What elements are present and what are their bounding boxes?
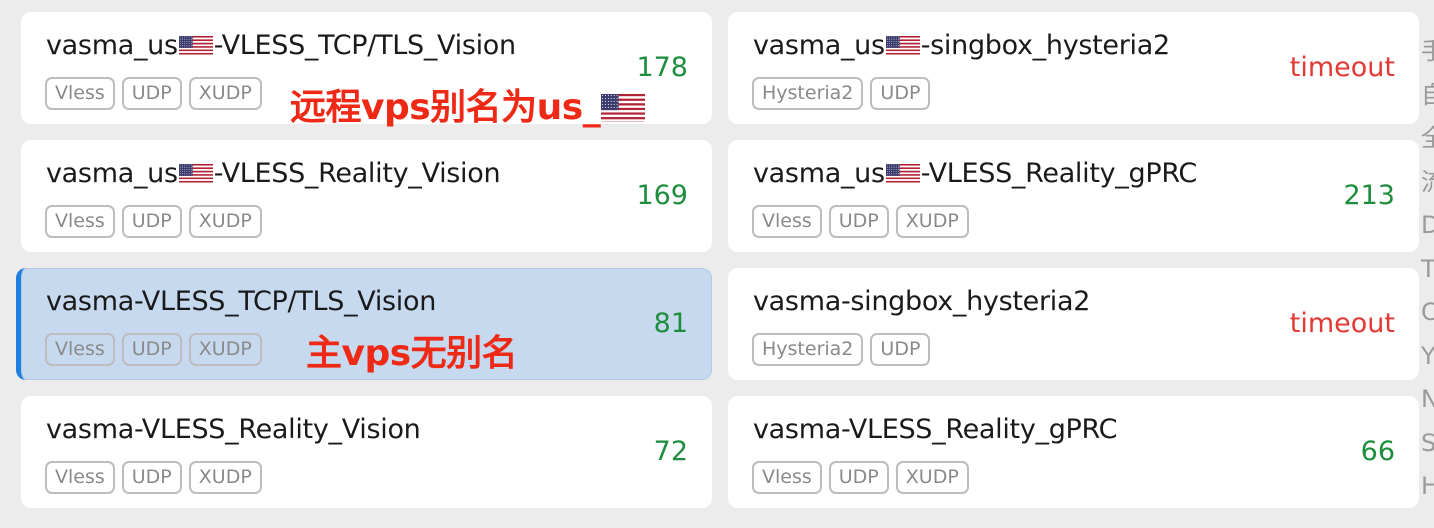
tag-badge: UDP [870,333,931,366]
proxy-tags: Hysteria2 UDP [752,77,931,110]
proxy-tags: Vless UDP XUDP [752,205,969,238]
delay-value[interactable]: timeout [1290,52,1395,83]
delay-value[interactable]: 81 [654,308,688,339]
tag-badge: UDP [828,205,889,238]
proxy-name: vasma_us -VLESS_TCP/TLS_Vision [46,30,516,61]
delay-value[interactable]: 66 [1361,436,1395,467]
proxy-tags: Vless UDP XUDP [45,77,262,110]
proxy-tags: Vless UDP XUDP [45,461,262,494]
tag-badge: Hysteria2 [752,333,864,366]
annotation-main-no-alias: 主vps无别名 [306,333,518,374]
tag-badge: XUDP [895,205,969,238]
tag-badge: XUDP [188,77,262,110]
proxy-name: vasma-VLESS_Reality_gPRC [753,414,1118,445]
tag-badge: UDP [121,77,182,110]
proxy-tags: Hysteria2 UDP [752,333,931,366]
us-flag-icon [601,92,646,122]
us-flag-icon [885,162,920,184]
proxy-tags: Vless UDP XUDP [752,461,969,494]
us-flag-icon [885,34,920,56]
proxy-card[interactable]: vasma_us -VLESS_Reality_Vision Vless UDP … [21,140,712,252]
tag-badge: Vless [752,205,822,238]
menu-item-truncated[interactable]: 流 [1421,161,1434,205]
us-flag-icon [178,162,213,184]
us-flag-icon [178,34,213,56]
menu-item-truncated[interactable]: 手 [1421,30,1434,74]
tag-badge: Vless [45,333,115,366]
tag-badge: Vless [45,77,115,110]
tag-badge: Vless [45,205,115,238]
annotation-remote-alias: 远程vps别名为us_ [290,78,646,130]
right-side-truncated-menu: 手 自 全 流 D T C Y N S H [1421,30,1434,509]
tag-badge: UDP [870,77,931,110]
proxy-name: vasma-singbox_hysteria2 [753,286,1091,317]
tag-badge: XUDP [188,461,262,494]
menu-item-truncated[interactable]: 自 [1421,74,1434,118]
delay-value[interactable]: timeout [1290,308,1395,339]
tag-badge: UDP [121,333,182,366]
tag-badge: Vless [752,461,822,494]
proxy-card[interactable]: vasma_us -VLESS_Reality_gPRC Vless UDP XU… [728,140,1419,252]
proxy-card[interactable]: vasma-VLESS_Reality_gPRC Vless UDP XUDP … [728,396,1419,508]
menu-item-truncated[interactable]: S [1421,422,1434,466]
proxy-name: vasma-VLESS_TCP/TLS_Vision [46,286,437,317]
menu-item-truncated[interactable]: H [1421,465,1434,509]
tag-badge: Vless [45,461,115,494]
tag-badge: XUDP [188,205,262,238]
tag-badge: UDP [121,205,182,238]
tag-badge: XUDP [188,333,262,366]
menu-item-truncated[interactable]: Y [1421,335,1434,379]
proxy-name: vasma-VLESS_Reality_Vision [46,414,421,445]
delay-value[interactable]: 213 [1343,180,1395,211]
menu-item-truncated[interactable]: N [1421,378,1434,422]
proxy-tags: Vless UDP XUDP [45,333,262,366]
delay-value[interactable]: 72 [654,436,688,467]
menu-item-truncated[interactable]: T [1421,248,1434,292]
delay-value[interactable]: 169 [636,180,688,211]
proxy-name: vasma_us -VLESS_Reality_Vision [46,158,501,189]
proxy-card[interactable]: vasma-VLESS_Reality_Vision Vless UDP XUD… [21,396,712,508]
proxy-card[interactable]: vasma-singbox_hysteria2 Hysteria2 UDP ti… [728,268,1419,380]
proxy-name: vasma_us -VLESS_Reality_gPRC [753,158,1197,189]
proxy-name: vasma_us -singbox_hysteria2 [753,30,1170,61]
proxy-tags: Vless UDP XUDP [45,205,262,238]
menu-item-truncated[interactable]: D [1421,204,1434,248]
tag-badge: Hysteria2 [752,77,864,110]
menu-item-truncated[interactable]: 全 [1421,117,1434,161]
proxy-list-page: vasma_us -VLESS_TCP/TLS_Vision Vless UDP … [0,0,1434,528]
menu-item-truncated[interactable]: C [1421,291,1434,335]
tag-badge: UDP [121,461,182,494]
tag-badge: UDP [828,461,889,494]
tag-badge: XUDP [895,461,969,494]
proxy-card[interactable]: vasma_us -singbox_hysteria2 Hysteria2 UDP… [728,12,1419,124]
